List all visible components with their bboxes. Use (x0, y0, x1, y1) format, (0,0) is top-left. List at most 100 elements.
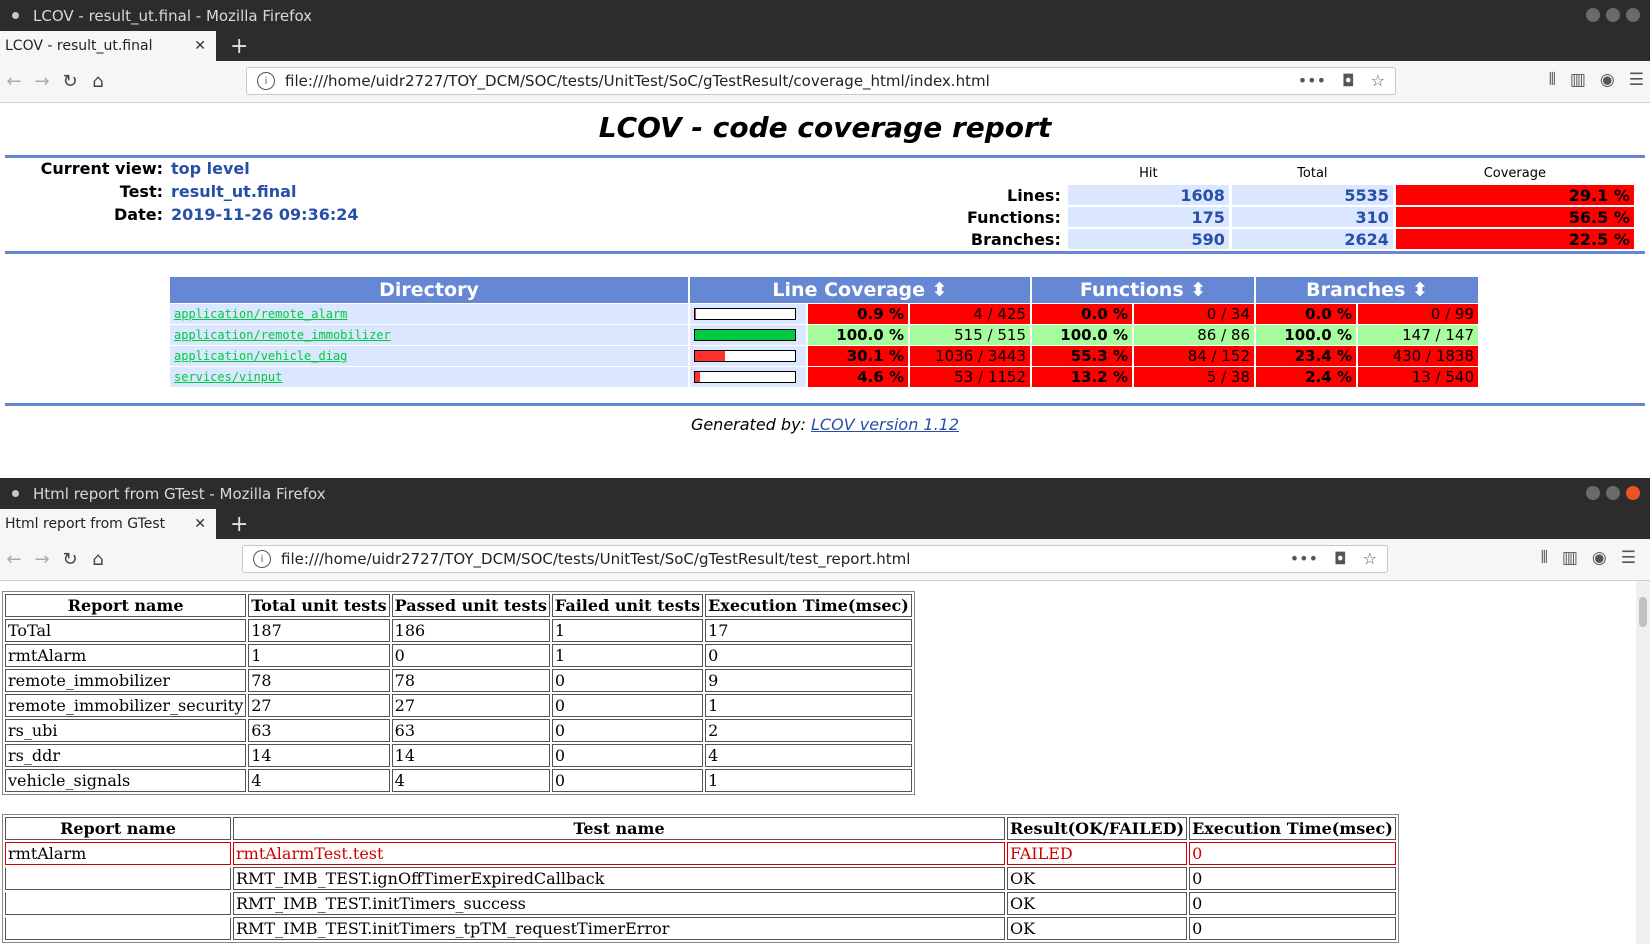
site-info-icon[interactable]: i (257, 72, 275, 90)
url-bar[interactable]: i file:///home/uidr2727/TOY_DCM/SOC/test… (246, 67, 1396, 95)
url-text[interactable]: file:///home/uidr2727/TOY_DCM/SOC/tests/… (281, 550, 910, 568)
maximize-icon[interactable] (1606, 486, 1620, 500)
coverage-bar-cell (690, 346, 806, 366)
back-icon[interactable]: ← (0, 71, 28, 92)
directory-header: Directory (170, 277, 688, 303)
sidebar-icon[interactable]: ▥ (1570, 70, 1586, 90)
nav-toolbar: ← → ↻ ⌂ i file:///home/uidr2727/TOY_DCM/… (0, 539, 1650, 581)
detail-column-header: Report name (5, 817, 231, 840)
summary-column-header: Report name (5, 594, 247, 617)
directory-link[interactable]: application/remote_alarm (174, 307, 347, 321)
summary-hit: 175 (1067, 207, 1229, 227)
hamburger-menu-icon[interactable]: ☰ (1621, 548, 1636, 568)
gtest-firefox-window: Html report from GTest - Mozilla Firefox… (0, 478, 1650, 944)
window-titlebar[interactable]: LCOV - result_ut.final - Mozilla Firefox (0, 0, 1650, 31)
page-title: LCOV - code coverage report (598, 111, 1052, 144)
forward-icon[interactable]: → (28, 549, 56, 570)
site-info-icon[interactable]: i (253, 550, 271, 568)
account-icon[interactable]: ◉ (1600, 70, 1615, 90)
tab-strip: Html report from GTest ✕ + (0, 509, 1650, 539)
lcov-version-link[interactable]: LCOV version 1.12 (811, 415, 959, 434)
coverage-bar (694, 371, 796, 383)
detail-report-cell (5, 917, 231, 940)
forward-icon[interactable]: → (28, 71, 56, 92)
summary-row: Lines: 1608 5535 29.1 % (963, 185, 1634, 205)
close-window-icon[interactable] (1626, 486, 1640, 500)
back-icon[interactable]: ← (0, 549, 28, 570)
home-icon[interactable]: ⌂ (84, 71, 112, 92)
url-bar[interactable]: i file:///home/uidr2727/TOY_DCM/SOC/test… (242, 545, 1388, 573)
summary-label: Functions: (967, 207, 1061, 227)
pocket-icon[interactable]: ◘ (1334, 549, 1347, 568)
library-icon[interactable]: ⫴ (1541, 548, 1548, 568)
window-titlebar[interactable]: Html report from GTest - Mozilla Firefox (0, 478, 1650, 509)
summary-hit: 590 (1067, 229, 1229, 249)
coverage-bar-cell (690, 367, 806, 387)
line-coverage-percent: 30.1 % (808, 346, 908, 366)
detail-table-row: RMT_IMB_TEST.ignOffTimerExpiredCallback O… (5, 867, 1396, 890)
pocket-icon[interactable]: ◘ (1342, 71, 1355, 90)
minimize-icon[interactable] (1586, 8, 1600, 22)
unit-test-summary-table: Report name Total unit tests Passed unit t… (2, 591, 915, 795)
home-icon[interactable]: ⌂ (84, 549, 112, 570)
close-tab-icon[interactable]: ✕ (194, 38, 206, 54)
app-menu-icon[interactable] (12, 490, 19, 497)
close-window-icon[interactable] (1626, 8, 1640, 22)
library-icon[interactable]: ⫴ (1549, 70, 1556, 90)
coverage-bar-cell (690, 304, 806, 324)
line-coverage-count: 515 / 515 (910, 325, 1030, 345)
summary-table-row: remote_immobilizer 78 78 0 9 (5, 669, 912, 692)
minimize-icon[interactable] (1586, 486, 1600, 500)
reload-icon[interactable]: ↻ (56, 549, 84, 570)
detail-test-cell: RMT_IMB_TEST.ignOffTimerExpiredCallback (233, 867, 1005, 890)
account-icon[interactable]: ◉ (1592, 548, 1607, 568)
directory-link[interactable]: application/remote_immobilizer (174, 328, 391, 342)
maximize-icon[interactable] (1606, 8, 1620, 22)
bookmark-star-icon[interactable]: ☆ (1371, 71, 1385, 90)
tab-lcov[interactable]: LCOV - result_ut.final ✕ (0, 31, 216, 61)
app-menu-icon[interactable] (12, 12, 19, 19)
test-value: result_ut.final (171, 182, 297, 201)
hamburger-menu-icon[interactable]: ☰ (1629, 70, 1644, 90)
summary-coverage: 22.5 % (1395, 229, 1634, 249)
directory-link[interactable]: application/vehicle_diag (174, 349, 347, 363)
page-scrollbar[interactable] (1636, 581, 1650, 944)
summary-cell: remote_immobilizer_security (5, 694, 247, 717)
functions-percent: 13.2 % (1032, 367, 1132, 387)
functions-percent: 55.3 % (1032, 346, 1132, 366)
window-title: LCOV - result_ut.final - Mozilla Firefox (33, 6, 313, 25)
summary-table-row: vehicle_signals 4 4 0 1 (5, 769, 912, 792)
summary-cell: rs_ubi (5, 719, 247, 742)
tab-gtest[interactable]: Html report from GTest ✕ (0, 509, 216, 539)
detail-result-cell: OK (1007, 917, 1188, 940)
new-tab-icon[interactable]: + (230, 511, 248, 539)
url-text[interactable]: file:///home/uidr2727/TOY_DCM/SOC/tests/… (285, 72, 990, 90)
detail-result-cell: FAILED (1007, 842, 1188, 865)
branches-percent: 100.0 % (1256, 325, 1356, 345)
functions-header[interactable]: Functions ⬍ (1032, 277, 1254, 303)
nav-toolbar: ← → ↻ ⌂ i file:///home/uidr2727/TOY_DCM/… (0, 61, 1650, 103)
window-controls (1586, 8, 1640, 22)
scrollbar-thumb[interactable] (1639, 597, 1647, 627)
new-tab-icon[interactable]: + (230, 33, 248, 61)
bookmark-star-icon[interactable]: ☆ (1363, 549, 1377, 568)
coverage-summary-table: Hit Total Coverage Lines: 1608 5535 29.1… (960, 161, 1637, 251)
close-tab-icon[interactable]: ✕ (194, 516, 206, 532)
line-coverage-header[interactable]: Line Coverage ⬍ (690, 277, 1030, 303)
page-actions-icon[interactable]: ••• (1298, 71, 1326, 90)
summary-cell: 4 (391, 769, 550, 792)
branches-percent: 0.0 % (1256, 304, 1356, 324)
reload-icon[interactable]: ↻ (56, 71, 84, 92)
summary-cell: 0 (551, 669, 704, 692)
summary-cell: 0 (551, 769, 704, 792)
detail-report-cell: rmtAlarm (5, 842, 231, 865)
page-actions-icon[interactable]: ••• (1290, 549, 1318, 568)
summary-cell: 14 (248, 744, 390, 767)
branches-header[interactable]: Branches ⬍ (1256, 277, 1478, 303)
directory-link[interactable]: services/vinput (174, 370, 282, 384)
detail-report-cell (5, 867, 231, 890)
sidebar-icon[interactable]: ▥ (1562, 548, 1578, 568)
summary-cell: 17 (705, 619, 912, 642)
summary-table-row: rmtAlarm 1 0 1 0 (5, 644, 912, 667)
detail-column-header: Result(OK/FAILED) (1007, 817, 1188, 840)
